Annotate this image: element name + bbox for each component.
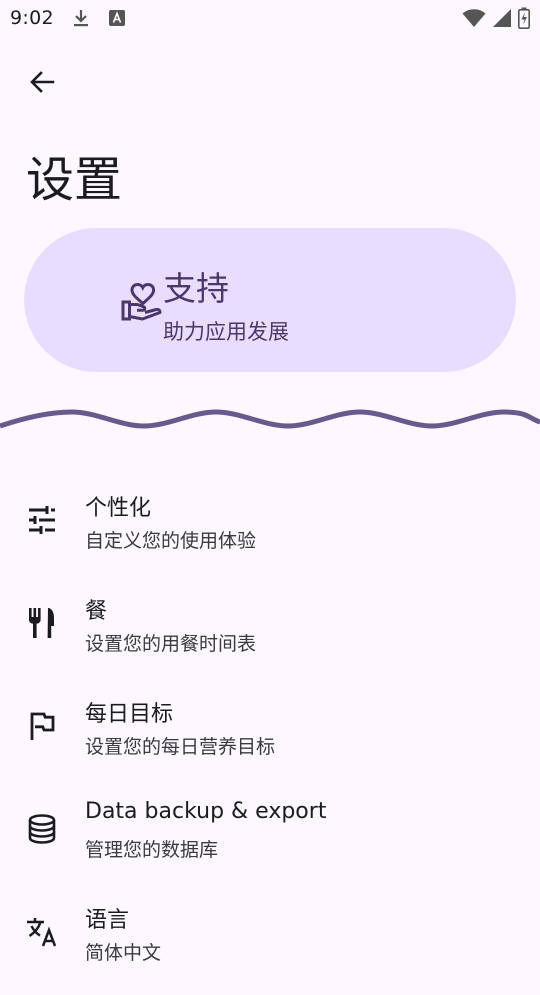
wifi-icon — [462, 8, 486, 28]
setting-item-daily-goals[interactable]: 每日目标 设置您的每日营养目标 — [0, 686, 540, 789]
setting-subtitle: 管理您的数据库 — [85, 839, 219, 861]
volunteer-heart-hand-icon — [120, 280, 164, 324]
setting-subtitle: 简体中文 — [85, 942, 162, 964]
setting-item-meals[interactable]: 餐 设置您的用餐时间表 — [0, 583, 540, 686]
setting-title: 语言 — [85, 908, 130, 933]
support-card[interactable] — [24, 228, 516, 372]
setting-title: Data backup & export — [85, 799, 327, 824]
setting-title: 个性化 — [85, 496, 152, 521]
setting-subtitle: 设置您的用餐时间表 — [85, 633, 257, 655]
tune-icon — [26, 504, 58, 536]
setting-subtitle: 自定义您的使用体验 — [85, 530, 257, 552]
setting-title: 每日目标 — [85, 702, 174, 727]
keyboard-a-icon — [108, 9, 126, 27]
battery-charging-icon — [518, 7, 530, 29]
status-right — [462, 7, 530, 29]
page-title: 设置 — [26, 152, 123, 208]
support-title: 支持 — [163, 269, 229, 308]
setting-item-language[interactable]: 语言 简体中文 — [0, 892, 540, 995]
cellular-signal-icon — [492, 8, 512, 28]
arrow-back-icon — [28, 68, 56, 100]
flag-icon — [26, 710, 58, 742]
status-bar: 9:02 — [0, 0, 540, 36]
setting-subtitle: 设置您的每日营养目标 — [85, 736, 276, 758]
wavy-divider — [0, 409, 540, 429]
setting-item-personalization[interactable]: 个性化 自定义您的使用体验 — [0, 480, 540, 583]
setting-item-data-backup[interactable]: Data backup & export 管理您的数据库 — [0, 789, 540, 892]
database-icon — [26, 813, 58, 845]
download-icon — [72, 8, 90, 28]
restaurant-icon — [26, 607, 58, 639]
back-button[interactable] — [18, 62, 66, 106]
setting-title: 餐 — [85, 599, 108, 624]
status-left: 9:02 — [10, 7, 126, 29]
support-subtitle: 助力应用发展 — [163, 320, 289, 344]
status-time: 9:02 — [10, 7, 54, 29]
settings-list: 个性化 自定义您的使用体验 餐 设置您的用餐时间表 每日目标 设置您的每日营养目… — [0, 480, 540, 995]
translate-icon — [26, 916, 58, 948]
